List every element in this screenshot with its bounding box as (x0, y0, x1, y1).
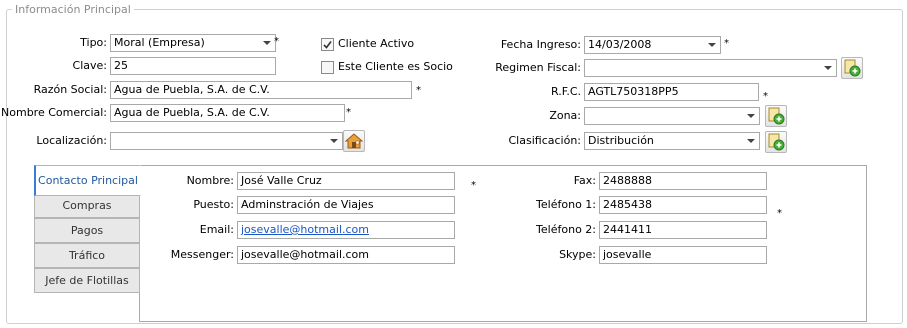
contacto-email-input[interactable]: josevalle@hotmail.com (237, 221, 455, 239)
required-marker: * (777, 208, 782, 219)
tipo-value: Moral (Empresa) (114, 36, 205, 49)
fecha-ingreso-label: Fecha Ingreso: (500, 38, 581, 51)
regimen-fiscal-select[interactable] (584, 59, 837, 77)
clasificacion-add-button[interactable] (765, 131, 787, 153)
required-marker: * (346, 107, 351, 118)
contacto-puesto-input[interactable]: Adminstración de Viajes (237, 196, 455, 214)
tab-compras[interactable]: Compras (34, 193, 140, 218)
zona-label: Zona: (549, 109, 581, 122)
localizacion-home-button[interactable] (343, 130, 365, 152)
tab-trafico[interactable]: Tráfico (34, 243, 140, 268)
contacto-fax-label: Fax: (573, 174, 596, 187)
email-link[interactable]: josevalle@hotmail.com (241, 223, 369, 236)
required-marker: * (763, 91, 768, 102)
fecha-ingreso-picker[interactable]: 14/03/2008 (584, 36, 721, 54)
contacto-messenger-label: Messenger: (170, 248, 234, 261)
chevron-down-icon (263, 41, 271, 45)
nombre-comercial-input[interactable]: Agua de Puebla, S.A. de C.V. (110, 104, 345, 122)
cliente-socio-checkbox[interactable] (321, 61, 334, 74)
contacto-skype-label: Skype: (559, 248, 596, 261)
razon-social-label: Razón Social: (33, 83, 107, 96)
fecha-ingreso-value: 14/03/2008 (588, 38, 652, 51)
rfc-input[interactable]: AGTL750318PP5 (584, 83, 759, 101)
contacto-skype-input[interactable]: josevalle (599, 246, 767, 264)
add-document-icon (768, 133, 785, 151)
localizacion-label: Localización: (36, 134, 107, 147)
contacto-telefono1-input[interactable]: 2485438 (599, 196, 767, 214)
contacto-messenger-input[interactable]: josevalle@hotmail.com (237, 246, 455, 264)
required-marker: * (416, 85, 421, 96)
tab-jefe-de-flotillas[interactable]: Jefe de Flotillas (34, 268, 140, 293)
contacto-telefono2-input[interactable]: 2441411 (599, 221, 767, 239)
clasificacion-select[interactable]: Distribución (584, 132, 760, 150)
required-marker: * (724, 38, 729, 49)
nombre-comercial-label: Nombre Comercial: (1, 106, 107, 119)
zona-add-button[interactable] (765, 105, 787, 127)
clasificacion-value: Distribución (588, 134, 654, 147)
cliente-activo-checkbox[interactable] (321, 38, 334, 51)
zona-select[interactable] (584, 107, 760, 125)
group-title: Información Principal (12, 3, 134, 16)
regimen-fiscal-add-button[interactable] (841, 57, 863, 79)
rfc-label: R.F.C. (551, 85, 581, 98)
clasificacion-label: Clasificación: (508, 134, 582, 147)
tipo-label: Tipo: (80, 36, 107, 49)
localizacion-select[interactable] (110, 132, 343, 150)
contacto-puesto-label: Puesto: (193, 198, 234, 211)
add-document-icon (844, 59, 861, 77)
add-document-icon (768, 107, 785, 125)
tipo-select[interactable]: Moral (Empresa) (110, 34, 276, 52)
tab-pagos[interactable]: Pagos (34, 218, 140, 243)
razon-social-input[interactable]: Agua de Puebla, S.A. de C.V. (110, 81, 412, 99)
tab-contacto-principal[interactable]: Contacto Principal (34, 165, 141, 196)
clave-input[interactable]: 25 (110, 57, 276, 75)
required-marker: * (274, 36, 279, 47)
chevron-down-icon (708, 43, 716, 47)
chevron-down-icon (824, 66, 832, 70)
checkmark-icon (323, 41, 332, 49)
cliente-socio-label: Este Cliente es Socio (338, 60, 453, 73)
chevron-down-icon (747, 114, 755, 118)
chevron-down-icon (747, 139, 755, 143)
regimen-fiscal-label: Regimen Fiscal: (495, 61, 581, 74)
contacto-fax-input[interactable]: 2488888 (599, 172, 767, 190)
contacto-telefono2-label: Teléfono 2: (536, 223, 596, 236)
required-marker: * (471, 180, 476, 191)
home-icon (344, 133, 364, 149)
contacto-nombre-label: Nombre: (186, 174, 234, 187)
contacto-telefono1-label: Teléfono 1: (536, 198, 596, 211)
contacto-email-label: Email: (199, 223, 234, 236)
contacto-nombre-input[interactable]: José Valle Cruz (237, 172, 455, 190)
chevron-down-icon (330, 139, 338, 143)
clave-label: Clave: (72, 59, 107, 72)
cliente-activo-label: Cliente Activo (338, 37, 415, 50)
